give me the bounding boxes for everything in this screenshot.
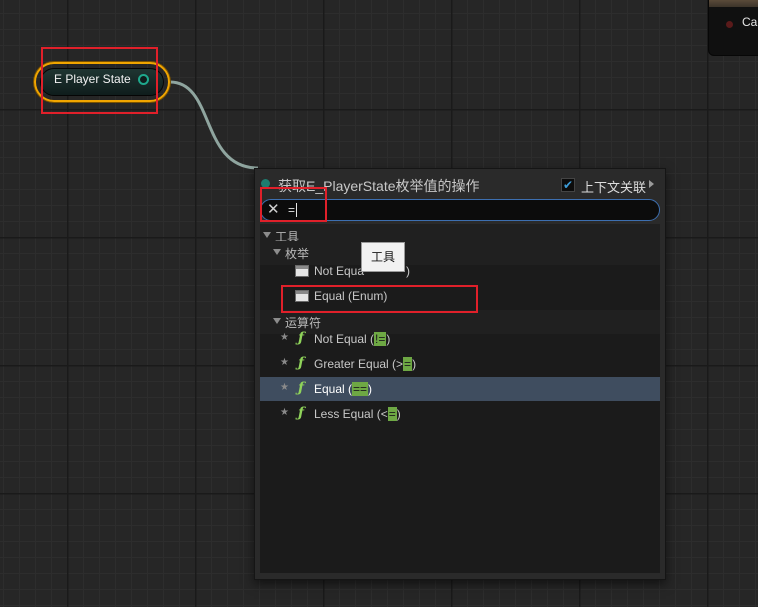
- collapse-triangle-icon[interactable]: [273, 318, 281, 324]
- function-icon: ƒ: [298, 405, 305, 421]
- function-icon: ƒ: [298, 380, 305, 396]
- context-sensitive-label[interactable]: 上下文关联: [581, 177, 646, 196]
- annotation-box-variable-node: [41, 47, 158, 114]
- action-list: 工具 枚举 Not Equa ) Equal (Enum) 运算符 ★ ƒ No…: [260, 224, 660, 573]
- tooltip: 工具: [361, 242, 405, 272]
- item-label-suffix: ): [406, 264, 410, 278]
- chevron-right-icon[interactable]: [649, 180, 654, 188]
- favorite-star-icon[interactable]: ★: [280, 332, 289, 343]
- collapse-triangle-icon[interactable]: [263, 232, 271, 238]
- annotation-box-search: [260, 187, 327, 222]
- function-icon: ƒ: [298, 330, 305, 346]
- list-item-equal[interactable]: ★ ƒ Equal (==): [260, 377, 660, 401]
- annotation-box-equal-enum: [281, 285, 478, 313]
- favorite-star-icon[interactable]: ★: [280, 357, 289, 368]
- function-icon: ƒ: [298, 355, 305, 371]
- enum-icon: [295, 265, 309, 277]
- action-menu: 获取E_PlayerState枚举值的操作 ✔ 上下文关联 ✕ = 工具 枚举 …: [254, 168, 666, 580]
- favorite-star-icon[interactable]: ★: [280, 407, 289, 418]
- list-item-not-equal-enum[interactable]: Not Equa ): [260, 259, 660, 283]
- collapse-triangle-icon[interactable]: [273, 249, 281, 255]
- list-item-not-equal[interactable]: ★ ƒ Not Equal (!=): [260, 327, 660, 351]
- item-label: Not Equa: [314, 264, 365, 278]
- item-label: Not Equal (!=): [314, 332, 391, 346]
- item-label: Equal (==): [314, 382, 373, 396]
- list-item-greater-equal[interactable]: ★ ƒ Greater Equal (>=): [260, 352, 660, 376]
- item-label: Less Equal (<=): [314, 407, 401, 421]
- item-label: Greater Equal (>=): [314, 357, 417, 371]
- favorite-star-icon[interactable]: ★: [280, 382, 289, 393]
- list-item-less-equal[interactable]: ★ ƒ Less Equal (<=): [260, 402, 660, 426]
- context-sensitive-checkbox[interactable]: ✔: [561, 178, 575, 192]
